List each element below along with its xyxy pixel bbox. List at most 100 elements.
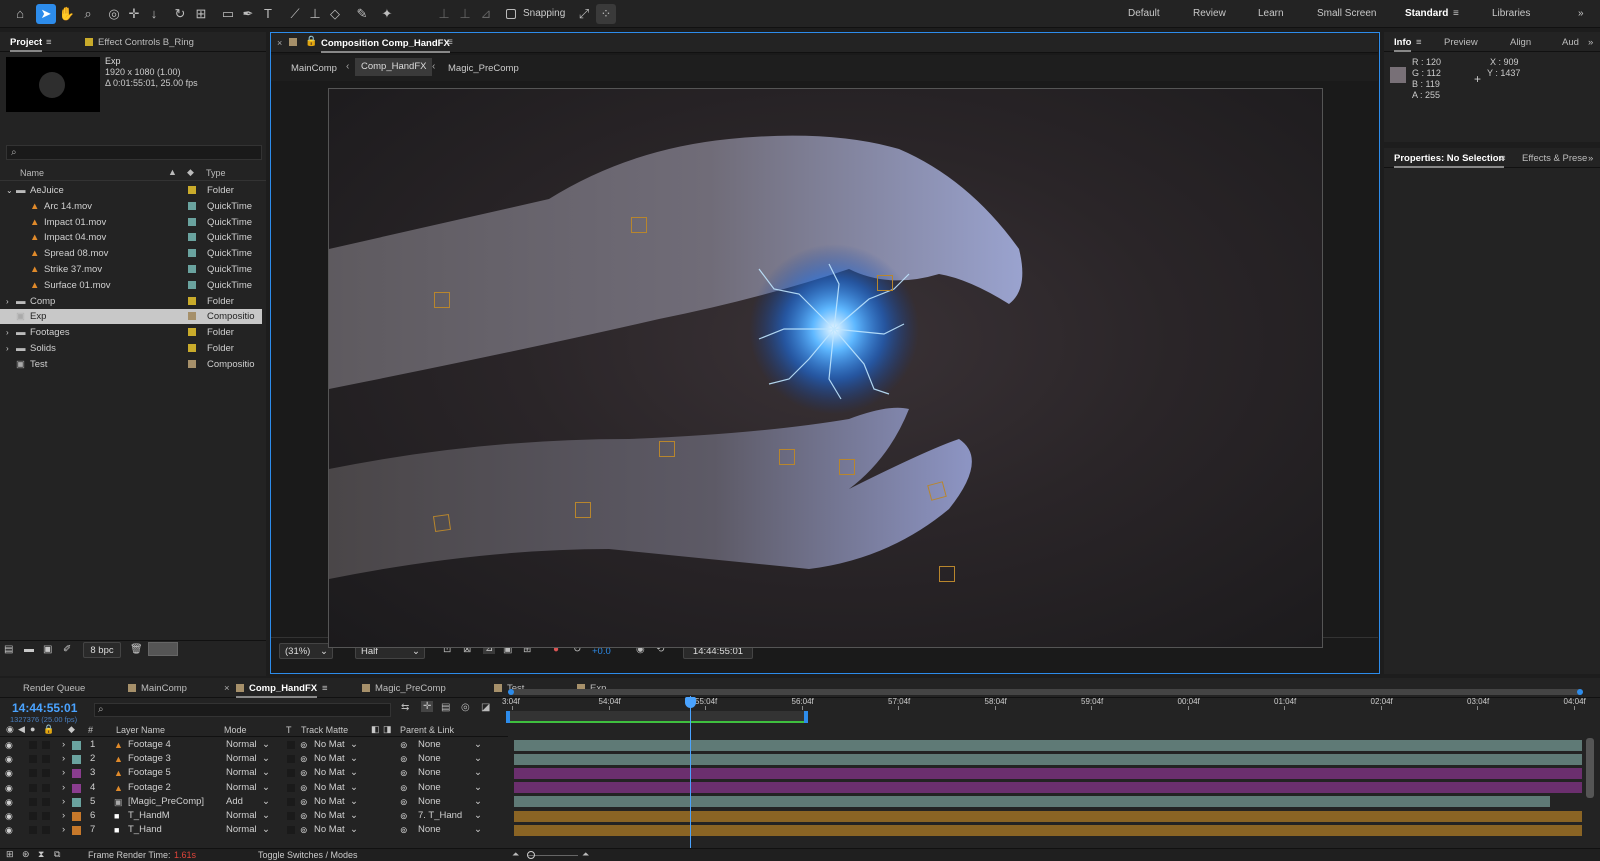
label-swatch[interactable] <box>188 280 196 289</box>
track-matte-pickwhip-icon[interactable]: ⊚ <box>300 823 308 837</box>
navigator-end-handle[interactable] <box>1577 689 1583 695</box>
bpc-button[interactable]: 8 bpc <box>83 642 121 658</box>
puppet-tool-icon[interactable]: ✦ <box>377 4 397 24</box>
label-swatch[interactable] <box>188 201 196 210</box>
comp-panel-menu-icon[interactable]: ≡ <box>447 37 453 48</box>
col-parent[interactable]: Parent & Link <box>400 725 454 735</box>
preserve-transparency-toggle[interactable] <box>287 769 295 778</box>
parent-dropdown[interactable]: None <box>418 795 441 809</box>
track-matte-dropdown[interactable]: No Mat <box>314 752 345 766</box>
layer-name[interactable]: [Magic_PreComp] <box>128 795 204 809</box>
preserve-transparency-toggle[interactable] <box>287 741 295 749</box>
composition-title[interactable]: Composition Comp_HandFX <box>321 38 450 53</box>
lock-toggle[interactable] <box>42 755 50 764</box>
chevron-right-icon[interactable]: › <box>6 294 9 309</box>
info-panel-menu-icon[interactable]: ≡ <box>1416 37 1422 48</box>
chevron-right-icon[interactable]: › <box>6 341 9 356</box>
eraser-tool-icon[interactable]: ◇ <box>325 4 345 24</box>
tab-preview[interactable]: Preview <box>1444 37 1478 48</box>
snap-features-icon[interactable]: ⁘ <box>596 4 616 24</box>
parent-dropdown[interactable]: 7. T_Hand <box>418 809 462 823</box>
audio-col-icon[interactable]: ◀ <box>18 724 25 735</box>
track-matte-pickwhip-icon[interactable]: ⊚ <box>300 781 308 795</box>
tracking-point[interactable] <box>631 217 647 233</box>
project-item[interactable]: ▲ Strike 37.mov QuickTime <box>0 262 262 277</box>
lock-toggle[interactable] <box>42 741 50 749</box>
col-mode[interactable]: Mode <box>224 725 247 735</box>
zoom-dropdown[interactable]: (31%) ⌄ <box>279 643 333 659</box>
parent-pickwhip-icon[interactable]: ⊚ <box>400 738 408 752</box>
preserve-transparency-toggle[interactable] <box>287 783 295 792</box>
preserve-transparency-toggle[interactable] <box>287 826 295 835</box>
orbit-tool-icon[interactable]: ◎ <box>104 4 124 24</box>
layer-name[interactable]: Footage 3 <box>128 752 171 766</box>
expand-layer-icon[interactable]: › <box>62 752 65 766</box>
tab-properties[interactable]: Properties: No Selection <box>1394 153 1505 168</box>
layer-row[interactable]: ◉ › 4 ▲ Footage 2 Normal ⌄ ⊚ No Mat ⌄ ⊚ None ⌄ <box>0 781 1600 795</box>
roto-brush-tool-icon[interactable]: ✎ <box>352 4 372 24</box>
layer-row[interactable]: ◉ › 6 ■ T_HandM Normal ⌄ ⊚ No Mat ⌄ ⊚ 7. T_Hand ⌄ <box>0 809 1600 823</box>
layer-mode-dropdown[interactable]: Normal <box>226 752 257 766</box>
label-swatch[interactable] <box>188 296 196 305</box>
new-folder-icon[interactable]: ▬ <box>24 644 34 655</box>
parent-dropdown[interactable]: None <box>418 766 441 780</box>
layer-row[interactable]: ◉ › 7 ■ T_Hand Normal ⌄ ⊚ No Mat ⌄ ⊚ None ⌄ <box>0 823 1600 837</box>
zoom-slider-track[interactable] <box>528 855 578 856</box>
brush-tool-icon[interactable]: ⟋ <box>285 4 305 24</box>
tab-render-queue[interactable]: Render Queue <box>23 683 85 694</box>
parent-pickwhip-icon[interactable]: ⊚ <box>400 809 408 823</box>
close-tab-icon[interactable]: × <box>224 683 230 694</box>
workspace-small-screen[interactable]: Small Screen <box>1317 8 1376 19</box>
parent-dropdown[interactable]: None <box>418 781 441 795</box>
adjust-icon[interactable]: ✐ <box>63 644 71 655</box>
interpret-footage-icon[interactable]: ▤ <box>4 644 13 655</box>
parent-pickwhip-icon[interactable]: ⊚ <box>400 795 408 809</box>
visibility-col-icon[interactable]: ◉ <box>6 724 14 735</box>
col-layer-name[interactable]: Layer Name <box>116 725 165 735</box>
layer-name[interactable]: Footage 4 <box>128 738 171 752</box>
tab-effect-controls[interactable]: Effect Controls B_Ring <box>85 37 194 48</box>
playhead-handle[interactable] <box>685 697 696 708</box>
tracking-point[interactable] <box>877 275 893 291</box>
layer-name[interactable]: Footage 2 <box>128 781 171 795</box>
crumb-maincomp[interactable]: MainComp <box>291 63 337 74</box>
work-area-end[interactable] <box>804 711 808 723</box>
work-area-start[interactable] <box>506 711 510 723</box>
layer-label-swatch[interactable] <box>72 741 81 750</box>
zoom-slider-thumb[interactable] <box>527 851 535 859</box>
visibility-eye-icon[interactable]: ◉ <box>5 781 13 795</box>
rectangle-tool-icon[interactable]: ▭ <box>218 4 238 24</box>
tracking-point[interactable] <box>659 441 675 457</box>
close-tab-icon[interactable]: × <box>277 38 282 48</box>
layer-duration-bar[interactable] <box>514 796 1550 808</box>
playhead-line[interactable] <box>690 696 691 848</box>
project-item[interactable]: ▲ Arc 14.mov QuickTime <box>0 199 262 214</box>
panel-overflow-icon[interactable]: » <box>1588 37 1593 48</box>
layer-name[interactable]: Footage 5 <box>128 766 171 780</box>
layer-label-swatch[interactable] <box>72 755 81 765</box>
tab-project[interactable]: Project <box>10 37 43 52</box>
workspace-default[interactable]: Default <box>1128 8 1160 19</box>
track-matte-dropdown[interactable]: No Mat <box>314 809 345 823</box>
parent-pickwhip-icon[interactable]: ⊚ <box>400 766 408 780</box>
col-t[interactable]: T <box>286 725 292 735</box>
project-search-input[interactable]: ⌕ <box>6 145 262 160</box>
label-swatch[interactable] <box>188 249 196 258</box>
label-swatch[interactable] <box>188 265 196 273</box>
solo-col-icon[interactable]: ● <box>30 724 35 734</box>
in-out-icon[interactable]: ⧗ <box>38 849 44 860</box>
layer-name[interactable]: T_HandM <box>128 809 170 823</box>
crumb-comp-handfx[interactable]: Comp_HandFX <box>355 58 433 76</box>
tracking-point[interactable] <box>939 566 955 582</box>
layer-label-swatch[interactable] <box>72 826 81 836</box>
label-col-icon[interactable]: ◆ <box>68 724 75 735</box>
home-icon[interactable]: ⌂ <box>10 4 30 24</box>
parent-dropdown[interactable]: None <box>418 823 441 837</box>
solo-toggle[interactable] <box>29 826 37 835</box>
snap-edge-icon[interactable]: ⤢ <box>574 4 594 24</box>
thumbnail-transparency-toggle[interactable] <box>148 642 178 656</box>
layer-duration-bar[interactable] <box>514 824 1582 836</box>
layer-mode-dropdown[interactable]: Normal <box>226 738 257 752</box>
workspace-review[interactable]: Review <box>1193 8 1226 19</box>
visibility-eye-icon[interactable]: ◉ <box>5 738 13 752</box>
